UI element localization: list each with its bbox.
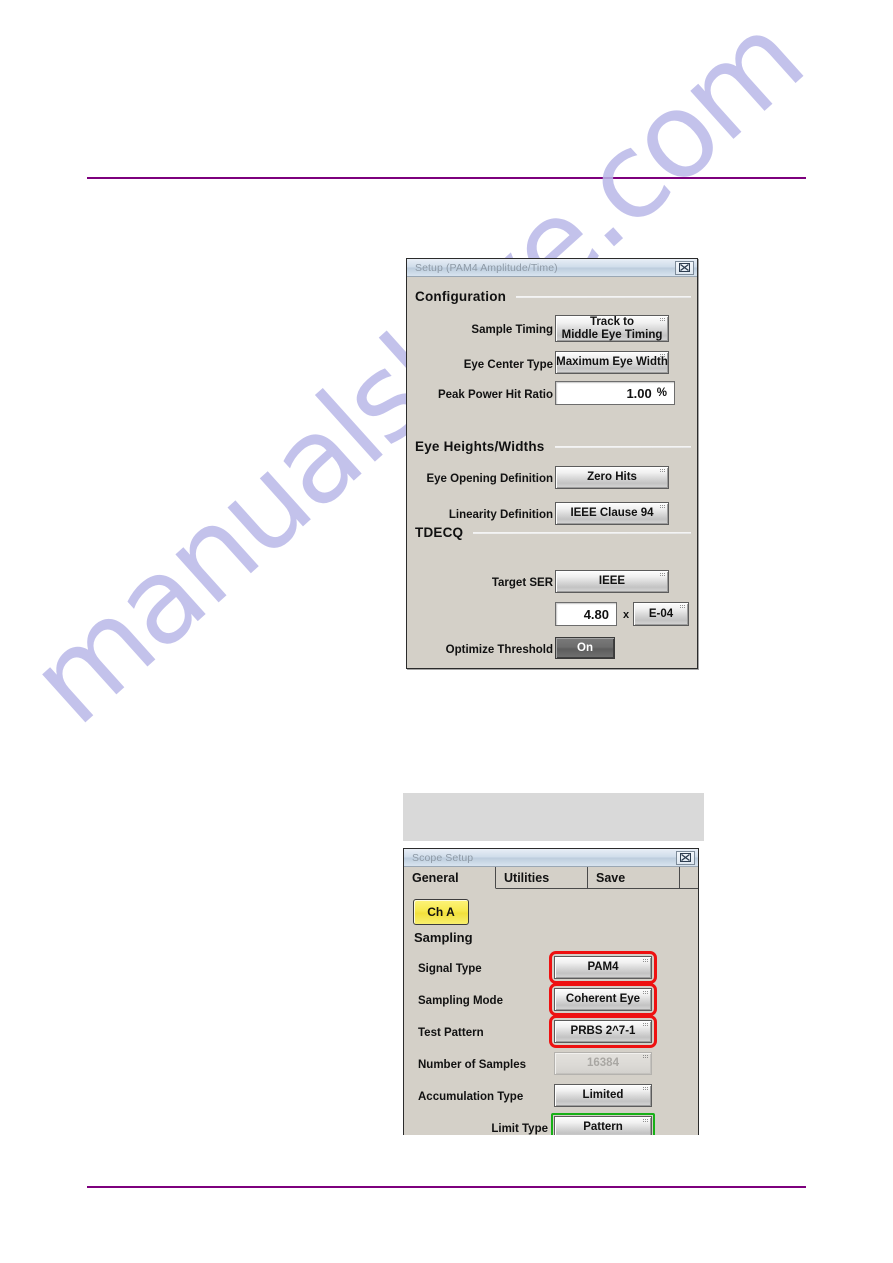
resize-grip-icon <box>643 1023 648 1027</box>
peak-power-hit-ratio-unit: % <box>656 387 667 399</box>
section-configuration: Configuration <box>415 289 691 304</box>
limit-type-button[interactable]: Pattern <box>554 1116 652 1135</box>
target-ser-exponent-button[interactable]: E-04 <box>633 602 689 626</box>
target-ser-value: IEEE <box>598 575 626 588</box>
label-eye-center-type: Eye Center Type <box>463 359 553 371</box>
label-accumulation-type: Accumulation Type <box>418 1091 524 1103</box>
sample-timing-button[interactable]: Track to Middle Eye Timing <box>555 315 669 342</box>
eye-opening-definition-button[interactable]: Zero Hits <box>555 466 669 489</box>
peak-power-hit-ratio-input[interactable]: 1.00 % <box>555 381 675 405</box>
accumulation-type-value: Limited <box>582 1089 624 1102</box>
setup-dialog-title: Setup (PAM4 Amplitude/Time) <box>415 261 558 274</box>
tabstrip-filler <box>680 867 698 889</box>
eye-center-type-value: Maximum Eye Width <box>556 356 668 369</box>
tab-save-label: Save <box>596 870 626 885</box>
resize-grip-icon <box>680 605 685 609</box>
sampling-mode-value: Coherent Eye <box>565 993 641 1006</box>
label-number-of-samples: Number of Samples <box>418 1059 526 1071</box>
setup-pam4-dialog: Setup (PAM4 Amplitude/Time) Configuratio… <box>406 258 698 669</box>
section-sampling-label: Sampling <box>414 930 473 945</box>
close-icon[interactable] <box>676 850 695 865</box>
label-sampling-mode: Sampling Mode <box>418 995 503 1007</box>
section-label: Eye Heights/Widths <box>415 439 545 454</box>
target-ser-exponent-value: E-04 <box>648 607 674 620</box>
label-target-ser: Target SER <box>491 577 553 589</box>
accumulation-type-button[interactable]: Limited <box>554 1084 652 1107</box>
scope-dialog-body: General Utilities Save Ch A Sampling Sig… <box>404 867 698 1135</box>
label-limit-type: Limit Type <box>491 1123 548 1135</box>
tab-general[interactable]: General <box>404 867 496 889</box>
resize-grip-icon <box>660 573 665 577</box>
optimize-threshold-value: On <box>577 641 593 654</box>
optimize-threshold-toggle[interactable]: On <box>555 637 615 659</box>
resize-grip-icon <box>643 1055 648 1059</box>
target-ser-button[interactable]: IEEE <box>555 570 669 593</box>
eye-opening-definition-value: Zero Hits <box>587 471 637 484</box>
peak-power-hit-ratio-value: 1.00 <box>626 385 652 401</box>
label-optimize-threshold: Optimize Threshold <box>445 644 553 656</box>
signal-type-value: PAM4 <box>587 961 619 974</box>
multiplier-symbol: x <box>623 609 630 621</box>
resize-grip-icon <box>660 505 665 509</box>
section-tdecq: TDECQ <box>415 525 691 540</box>
setup-dialog-titlebar[interactable]: Setup (PAM4 Amplitude/Time) <box>407 259 697 277</box>
channel-a-button[interactable]: Ch A <box>413 899 469 925</box>
scope-setup-dialog-clip: Scope Setup General Utilities Save Ch A … <box>403 848 699 1135</box>
section-eye-heights-widths: Eye Heights/Widths <box>415 439 691 454</box>
label-sample-timing: Sample Timing <box>471 324 553 336</box>
test-pattern-button[interactable]: PRBS 2^7-1 <box>554 1020 652 1043</box>
tab-utilities-label: Utilities <box>504 870 550 885</box>
label-signal-type: Signal Type <box>418 963 482 975</box>
eye-center-type-button[interactable]: Maximum Eye Width <box>555 351 669 374</box>
section-divider <box>473 531 691 534</box>
page-footer-rule <box>87 1186 806 1188</box>
resize-grip-icon <box>643 959 648 963</box>
tab-utilities[interactable]: Utilities <box>496 867 588 889</box>
section-label: TDECQ <box>415 525 464 540</box>
tab-general-label: General <box>412 870 459 885</box>
label-eye-opening-definition: Eye Opening Definition <box>426 473 553 485</box>
label-linearity-definition: Linearity Definition <box>448 509 553 521</box>
section-divider <box>516 295 691 298</box>
channel-a-label: Ch A <box>427 905 455 919</box>
sample-timing-value: Track to Middle Eye Timing <box>561 316 663 341</box>
page-header-rule <box>87 177 806 179</box>
number-of-samples-button: 16384 <box>554 1052 652 1075</box>
target-ser-mantissa-value: 4.80 <box>583 606 609 622</box>
resize-grip-icon <box>660 469 665 473</box>
blank-content-block <box>403 793 704 841</box>
number-of-samples-value: 16384 <box>587 1057 619 1070</box>
sampling-mode-button[interactable]: Coherent Eye <box>554 988 652 1011</box>
resize-grip-icon <box>660 354 665 358</box>
resize-grip-icon <box>660 318 665 322</box>
test-pattern-value: PRBS 2^7-1 <box>570 1025 636 1038</box>
target-ser-mantissa-input[interactable]: 4.80 <box>555 602 617 626</box>
label-peak-power-hit-ratio: Peak Power Hit Ratio <box>437 389 553 401</box>
resize-grip-icon <box>643 1119 648 1123</box>
scope-tabstrip: General Utilities Save <box>404 867 698 889</box>
signal-type-button[interactable]: PAM4 <box>554 956 652 979</box>
tab-save[interactable]: Save <box>588 867 680 889</box>
resize-grip-icon <box>643 991 648 995</box>
scope-dialog-titlebar[interactable]: Scope Setup <box>404 849 698 867</box>
resize-grip-icon <box>643 1087 648 1091</box>
linearity-definition-button[interactable]: IEEE Clause 94 <box>555 502 669 525</box>
setup-dialog-body: Configuration Sample Timing Track to Mid… <box>407 277 697 668</box>
close-icon[interactable] <box>675 260 694 275</box>
scope-dialog-title: Scope Setup <box>412 851 474 864</box>
linearity-definition-value: IEEE Clause 94 <box>570 507 654 520</box>
limit-type-value: Pattern <box>583 1121 623 1134</box>
label-test-pattern: Test Pattern <box>418 1027 484 1039</box>
section-divider <box>554 445 691 448</box>
section-label: Configuration <box>415 289 507 304</box>
scope-setup-dialog: Scope Setup General Utilities Save Ch A … <box>403 848 699 1135</box>
